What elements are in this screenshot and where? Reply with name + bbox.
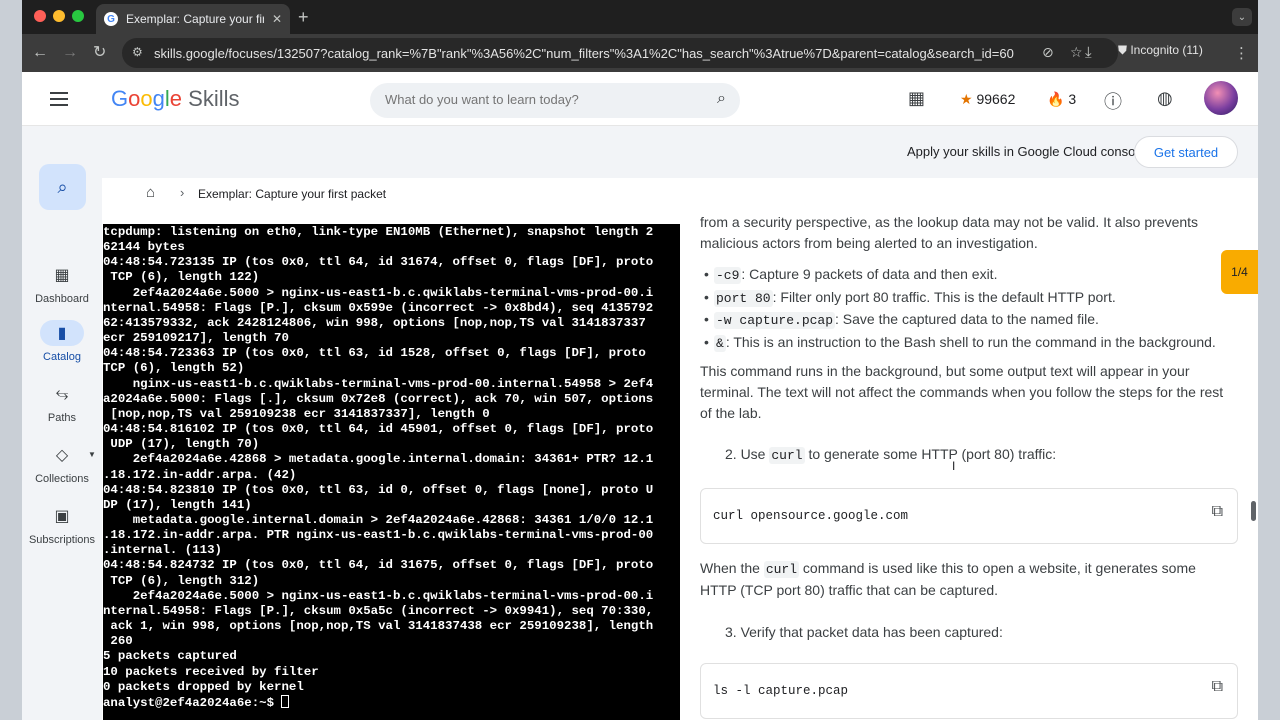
step-2: 2. Use curl to generate some HTTP (port … — [725, 446, 1057, 464]
breadcrumb-current: Exemplar: Capture your first packet — [198, 187, 387, 201]
code-curl: curl opensource.google.com — [713, 509, 909, 523]
search-icon[interactable]: ⌕ — [717, 90, 726, 108]
language-globe-icon[interactable]: ◍ — [1157, 88, 1173, 109]
maximize-window-button[interactable] — [72, 10, 84, 22]
search-input[interactable] — [385, 92, 695, 107]
lab-instructions: from a security perspective, as the look… — [680, 210, 1258, 720]
chevron-right-icon: › — [180, 185, 185, 200]
browser-window: G Exemplar: Capture your first packet ✕ … — [22, 0, 1258, 720]
sidebar: ⌕ ▦ Dashboard ▮ Catalog ⥃ Paths ◇ Collec… — [22, 126, 102, 720]
search-bar[interactable]: ⌕ — [370, 83, 740, 118]
reload-icon[interactable]: ↻ — [93, 44, 106, 62]
google-favicon-icon: G — [104, 12, 118, 26]
apps-grid-icon[interactable]: ▦ — [908, 88, 925, 109]
list-item: -c9: Capture 9 packets of data and then … — [700, 264, 1216, 287]
back-icon[interactable]: ← — [32, 44, 48, 62]
sidebar-item-dashboard[interactable]: ▦ Dashboard — [22, 262, 102, 305]
google-skills-logo[interactable]: Google Skills — [111, 86, 239, 112]
banner-text: Apply your skills in Google Cloud consol… — [907, 144, 1146, 159]
close-window-button[interactable] — [34, 10, 46, 22]
url-text: skills.google/focuses/132507?catalog_ran… — [154, 46, 1014, 61]
intro-line-2: malicious actors from being alerted to a… — [700, 235, 1038, 251]
forward-icon[interactable]: → — [62, 44, 78, 62]
copy-icon[interactable]: ⧉ — [1212, 678, 1223, 696]
dashboard-icon: ▦ — [54, 267, 70, 284]
incognito-indicator[interactable]: ⛊ Incognito (11) — [1118, 43, 1203, 58]
background-note: This command runs in the background, but… — [700, 363, 1224, 421]
app-header: Google Skills ⌕ ▦ ★ 99662 🔥 3 ⓘ ◍ — [22, 72, 1258, 126]
list-item: port 80: Filter only port 80 traffic. Th… — [700, 287, 1216, 310]
sidebar-item-collections[interactable]: ◇ Collections ▼ — [22, 442, 102, 485]
catalog-book-icon: ▮ — [40, 320, 84, 346]
page-indicator[interactable]: 1/4 — [1221, 250, 1258, 294]
sidebar-search-button[interactable]: ⌕ — [39, 164, 86, 210]
search-icon: ⌕ — [57, 176, 68, 197]
help-icon[interactable]: ⓘ — [1104, 88, 1122, 114]
list-item: &: This is an instruction to the Bash sh… — [700, 332, 1216, 355]
points-counter[interactable]: ★ 99662 — [960, 91, 1015, 108]
tab-close-icon[interactable]: ✕ — [272, 12, 282, 26]
browser-menu-icon[interactable]: ⋮ — [1234, 44, 1249, 62]
sidebar-item-catalog[interactable]: ▮ Catalog — [22, 320, 102, 363]
tab-title: Exemplar: Capture your first packet — [126, 12, 264, 26]
bookmark-star-icon[interactable]: ☆ — [1070, 44, 1083, 61]
minimize-window-button[interactable] — [53, 10, 65, 22]
streak-counter[interactable]: 🔥 3 — [1047, 91, 1076, 108]
star-icon: ★ — [960, 91, 973, 107]
browser-toolbar: ← → ↻ ⚙ skills.google/focuses/132507?cat… — [22, 34, 1258, 72]
text-cursor-icon: I — [952, 459, 956, 473]
tab-strip: G Exemplar: Capture your first packet ✕ … — [22, 0, 1258, 34]
terminal-output: tcpdump: listening on eth0, link-type EN… — [103, 225, 654, 710]
tab-search-chevron-icon[interactable]: ⌄ — [1232, 8, 1252, 26]
site-info-icon[interactable]: ⚙ — [132, 45, 143, 59]
collections-icon: ◇ — [55, 447, 69, 464]
curl-explanation: When the curl command is used like this … — [700, 560, 1196, 598]
sidebar-item-subscriptions[interactable]: ▣ Subscriptions — [22, 503, 102, 546]
avatar[interactable] — [1204, 81, 1238, 115]
breadcrumb: ⌂ › Exemplar: Capture your first packet — [102, 178, 1258, 210]
code-block-ls: ls -l capture.pcap ⧉ — [700, 663, 1238, 719]
step-3: 3. Verify that packet data has been capt… — [725, 624, 1003, 640]
terminal-cursor — [281, 694, 290, 708]
new-tab-icon[interactable]: + — [298, 7, 309, 28]
sidebar-item-paths[interactable]: ⥃ Paths — [22, 381, 102, 424]
subscriptions-icon: ▣ — [54, 508, 70, 525]
terminal[interactable]: tcpdump: listening on eth0, link-type EN… — [103, 224, 680, 720]
flame-icon: 🔥 — [1047, 91, 1065, 107]
paths-icon: ⥃ — [55, 385, 69, 402]
download-icon[interactable]: ⤓ — [1085, 44, 1092, 61]
scrollbar[interactable] — [1251, 501, 1256, 521]
code-block-curl: curl opensource.google.com ⧉ — [700, 488, 1238, 544]
list-item: -w capture.pcap: Save the captured data … — [700, 309, 1216, 332]
copy-icon[interactable]: ⧉ — [1212, 503, 1223, 521]
console-banner: Apply your skills in Google Cloud consol… — [22, 126, 1258, 178]
chevron-down-icon[interactable]: ▼ — [88, 450, 96, 459]
browser-tab[interactable]: G Exemplar: Capture your first packet ✕ — [96, 4, 290, 34]
intro-line-1: from a security perspective, as the look… — [700, 214, 1199, 230]
code-ls: ls -l capture.pcap — [713, 684, 849, 698]
incognito-icon: ⛊ — [1118, 43, 1131, 57]
get-started-button[interactable]: Get started — [1134, 136, 1238, 168]
options-list: -c9: Capture 9 packets of data and then … — [700, 264, 1216, 354]
home-icon[interactable]: ⌂ — [146, 184, 155, 201]
menu-icon[interactable] — [50, 92, 68, 106]
eye-off-icon[interactable]: ⊘ — [1042, 44, 1054, 61]
address-bar[interactable]: ⚙ skills.google/focuses/132507?catalog_r… — [122, 38, 1118, 68]
